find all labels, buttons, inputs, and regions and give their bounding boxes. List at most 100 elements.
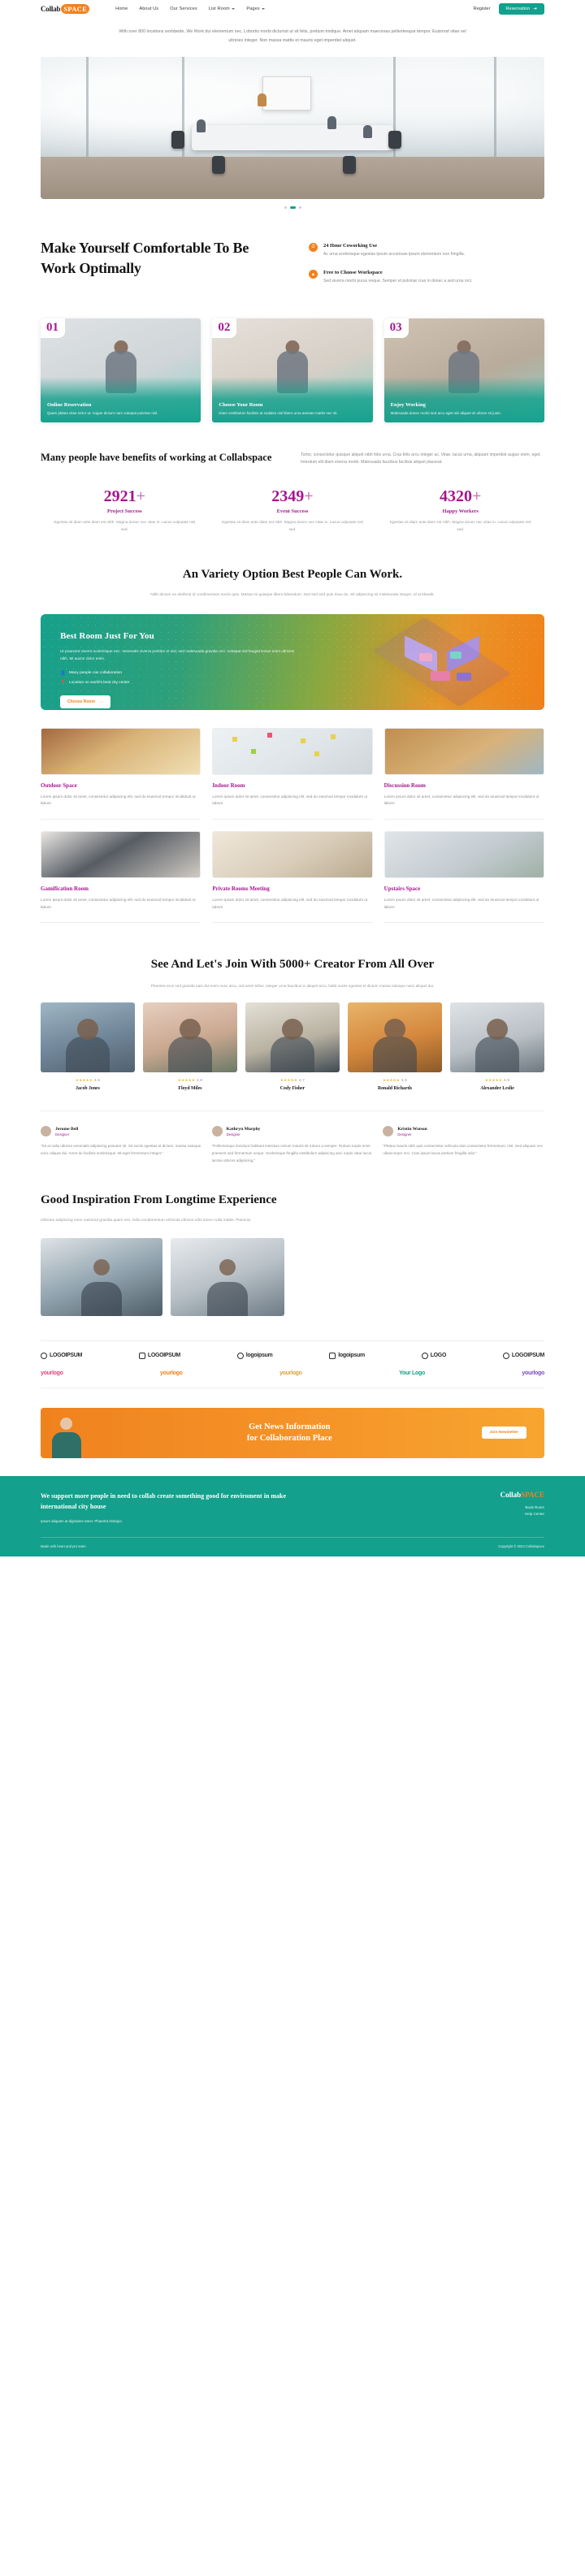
inspiration-photo [171,1237,284,1316]
room-text: Lorem ipsum dolor sit amet, consectetur … [41,898,196,909]
slider-dot-active[interactable] [289,206,296,209]
step-title: Enjoy Working [390,401,426,408]
step-text: Diam vestibulum facilisis at sodales nis… [219,410,338,415]
inspiration-section: Good Inspiration From Longtime Experienc… [41,1191,544,1316]
register-link[interactable]: Register [474,6,491,11]
slider-dot[interactable] [298,206,301,209]
variety-heading: An Variety Option Best People Can Work. [182,567,403,581]
chart-icon: ▲ [309,270,318,279]
creator-card[interactable]: ★★★★★ 4.5 Jacob Jones [41,1002,135,1091]
footer-links: Book Room Help Center [500,1504,544,1518]
inspiration-heading: Good Inspiration From Longtime Experienc… [41,1193,277,1206]
star-icon: ★★★★★ [177,1078,196,1083]
promo-title: Best Room Just For You [60,630,154,641]
partner-logo: LOGOIPSUM [138,1352,180,1359]
newsletter-line2: for Collaboration Place [246,1433,332,1443]
creator-card[interactable]: ★★★★★ 4.6 Ronald Richards [348,1002,442,1091]
stat-label: Happy Workers [442,509,479,515]
footer-link-help-center[interactable]: Help Center [500,1511,544,1518]
creator-photo [41,1002,135,1073]
promo-bullet: 👤 Many people can collaboration [60,671,296,676]
partner-logo: Your Logo [399,1370,425,1376]
step-card[interactable]: 02 Choose Your Room Diam vestibulum faci… [212,318,373,422]
nav-item-pages[interactable]: Pages [246,6,266,11]
star-icon: ★★★★★ [484,1078,503,1083]
step-number: 03 [384,318,409,338]
creators-section: See And Let's Join With 5000+ Creator Fr… [41,955,544,1091]
testimonials-section: Jerome Bell Designer "Sit at nulla ultri… [41,1110,544,1165]
stat-happy-workers: 4320+ Happy Workers Egestas sit diam ant… [376,488,544,532]
slider-dot[interactable] [284,206,287,209]
logo-mark-icon [502,1352,509,1359]
benefits-section: Many people have benefits of working at … [41,450,544,468]
partner-logo: logoipsum [329,1352,365,1359]
location-pin-icon: 📍 [60,680,66,686]
primary-nav: Home About Us Our Services List Room Pag… [115,6,266,11]
inspiration-text: Ultricies adipiscing enim euismod gravid… [41,1219,252,1223]
brand-logo[interactable]: Collab SPACE [41,4,90,14]
nav-item-about-us[interactable]: About Us [139,6,158,11]
feature-title: Free to Choose Workspace [323,270,383,276]
room-card[interactable]: Gamification Room Lorem ipsum dolor sit … [41,831,202,924]
star-icon: ★★★★★ [382,1078,401,1083]
footer-credit: Made with heart and pro team [41,1543,86,1548]
creator-name: Cody Fisher [280,1086,306,1092]
stat-suffix: + [304,487,314,506]
testimonial-quote: "Sit at nulla ultrices venenatis adipisc… [41,1144,202,1156]
footer-copyright: Copyright © 2024 Collabspace [498,1543,544,1548]
rating-value: 4.9 [504,1078,510,1083]
nav-label: About Us [139,6,159,11]
room-title: Gamification Room [41,885,89,893]
room-title: Private Rooms Meeting [212,885,270,893]
creator-card[interactable]: ★★★★★ 4.7 Cody Fisher [245,1002,340,1091]
creators-text: Pharetra eros sed gravida nam dui enim n… [150,983,435,988]
hero-slider-dots[interactable] [0,206,585,209]
isometric-room-illustration [369,617,515,707]
room-image [384,831,544,879]
steps-section: 01 Online Reservation Quam platea vitae … [41,318,544,422]
footer-link-book-room[interactable]: Book Room [500,1504,544,1512]
arrow-right-icon: → [98,699,103,704]
nav-item-our-services[interactable]: Our Services [170,6,197,11]
stat-desc: Egestas sit diam ante diam est nibh. Mag… [54,520,196,531]
avatar [383,1126,394,1137]
testimonial-role: Designer [397,1132,412,1136]
promo-bullet: 📍 Location on world's best city center [60,681,296,686]
room-card[interactable]: Private Rooms Meeting Lorem ipsum dolor … [212,831,373,924]
step-card[interactable]: 01 Online Reservation Quam platea vitae … [41,318,202,422]
room-title: Discussion Room [384,781,426,789]
step-card[interactable]: 03 Enjoy Working Malesuada donec morbi s… [384,318,544,422]
footer-brand-logo[interactable]: CollabSPACE [500,1491,544,1499]
testimonial-name: Jerome Bell [55,1126,79,1132]
room-card[interactable]: Indoor Room Lorem ipsum dolor sit amet, … [212,727,373,820]
creator-photo [245,1002,340,1073]
room-title: Outdoor Space [41,781,77,789]
brand-logo-highlight: SPACE [61,4,90,14]
room-card[interactable]: Outdoor Space Lorem ipsum dolor sit amet… [41,727,202,820]
logo-row: yourlogo yourlogo yourlogo Your Logo you… [41,1370,544,1376]
rating-value: 4.7 [299,1078,306,1083]
partner-logo: yourlogo [41,1370,63,1376]
room-image [41,727,202,775]
step-number: 02 [212,318,237,338]
partner-logo: LOGO [421,1352,446,1359]
reservation-button[interactable]: Reservation ➔ [498,3,544,15]
testimonial-name: Kristin Watson [397,1126,427,1132]
step-text: Quam platea vitae tortor ut. Augue dictu… [47,410,158,415]
whiteboard [262,76,311,111]
nav-item-home[interactable]: Home [115,6,128,11]
clock-icon: ⏱ [309,242,318,252]
choose-room-button[interactable]: Choose Room → [60,695,110,708]
creator-name: Alexander Leslie [480,1086,514,1092]
nav-item-list-room[interactable]: List Room [209,6,236,11]
logo-row: LOGOIPSUM LOGOIPSUM logoipsum logoipsum … [41,1352,544,1359]
room-card[interactable]: Upstairs Space Lorem ipsum dolor sit ame… [384,831,544,924]
nav-label: List Room [208,6,230,11]
room-card[interactable]: Discussion Room Lorem ipsum dolor sit am… [384,727,544,820]
inspiration-photo [41,1237,162,1316]
join-newsletter-button[interactable]: Join Newsletter [481,1427,526,1440]
creator-card[interactable]: ★★★★★ 4.9 Alexander Leslie [450,1002,544,1091]
testimonial-quote: "Platea mauris nibh quis consectetur veh… [383,1144,544,1156]
user-icon: 👤 [60,670,66,676]
creator-card[interactable]: ★★★★★ 4.8 Floyd Miles [143,1002,237,1091]
